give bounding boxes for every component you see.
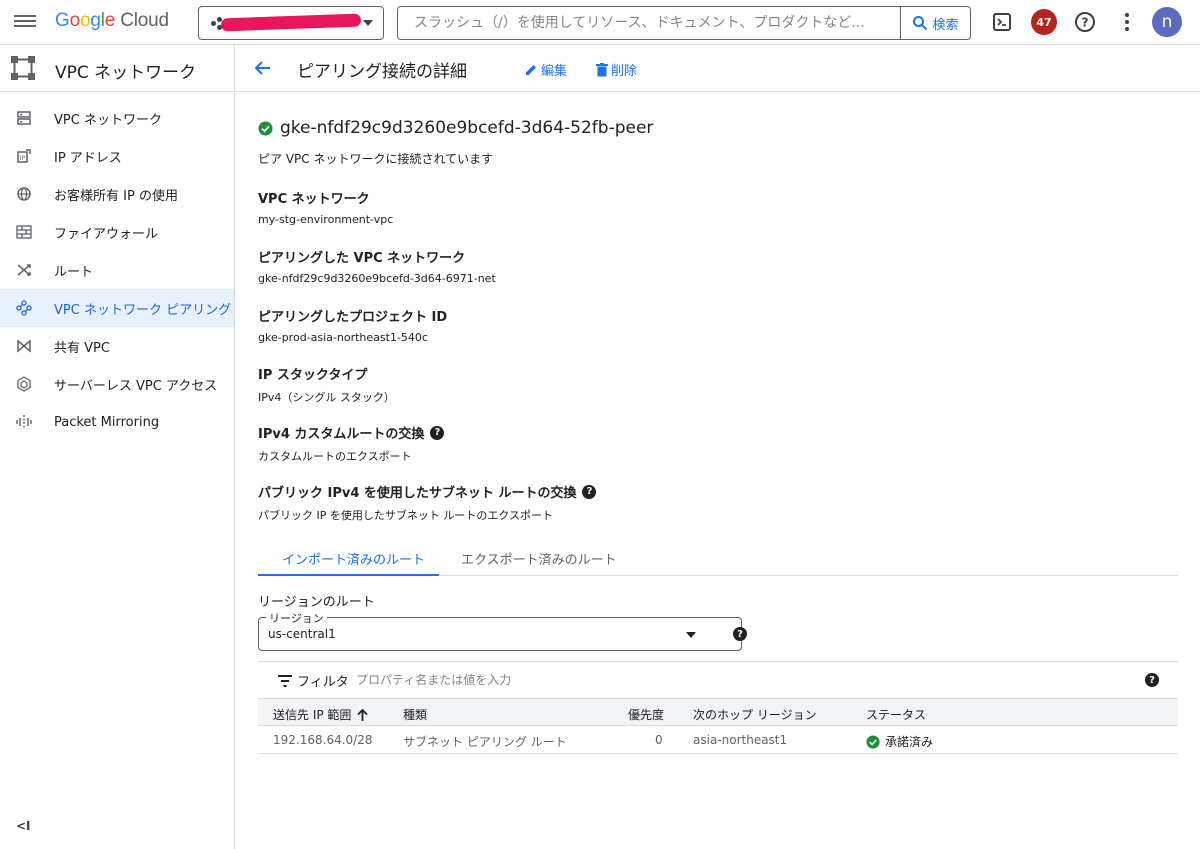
help-icon[interactable]: ? [733,627,747,641]
notification-badge[interactable]: 47 [1031,9,1057,35]
sidebar-item-packet-mirroring[interactable]: Packet Mirroring [0,403,234,441]
filter-bar: フィルタ ? [258,661,1178,698]
routes-icon [17,264,31,276]
search-icon [913,16,928,31]
check-circle-icon [866,734,880,749]
project-picker[interactable] [198,6,384,40]
cell-next-hop-region: asia-northeast1 [693,733,788,747]
svg-text:?: ? [1082,16,1089,30]
search-button[interactable]: 検索 [900,7,970,39]
search-input[interactable] [398,7,900,39]
check-circle-icon [258,120,273,136]
peering-status-text: ピア VPC ネットワークに接続されています [258,152,494,166]
vpc-product-icon [11,56,35,80]
ip-address-icon: IP [17,149,31,163]
sidebar-item-routes[interactable]: ルート [0,251,234,289]
region-select-label: リージョン [266,610,327,626]
delete-button[interactable]: 削除 [596,60,637,79]
field-peered-vpc-network: ピアリングした VPC ネットワーク gke-nfdf29c9d3260e9bc… [258,251,496,285]
filter-icon [278,675,292,687]
region-routes-title: リージョンのルート [258,595,375,610]
tab-imported-routes[interactable]: インポート済みのルート [282,549,425,568]
cell-status: 承諾済み [866,733,933,750]
avatar[interactable]: n [1152,7,1182,37]
column-header-dest-ip[interactable]: 送信先 IP 範囲 [273,706,369,723]
sidebar-item-ip-addresses[interactable]: IP IP アドレス [0,137,234,175]
arrow-upward-icon [357,708,369,721]
filter-label: フィルタ [297,675,349,690]
vpc-network-icon [17,111,31,125]
search-box: 検索 [397,6,971,40]
dropdown-arrow-icon [686,632,696,638]
sidebar-item-shared-vpc[interactable]: 共有 VPC [0,327,234,365]
cloud-shell-icon[interactable] [990,10,1014,34]
column-header-next-hop-region[interactable]: 次のホップ リージョン [693,706,817,723]
table-header: 送信先 IP 範囲 種類 優先度 次のホップ リージョン ステータス [258,698,1178,726]
more-vert-icon[interactable] [1115,10,1139,34]
project-name-redacted [220,13,362,32]
column-header-type[interactable]: 種類 [403,706,427,723]
table-row: 192.168.64.0/28 サブネット ピアリング ルート 0 asia-n… [258,726,1178,754]
main-menu-icon[interactable] [14,12,36,32]
active-tab-indicator [258,574,439,576]
field-ip-stack-type: IP スタックタイプ IPv4（シングル スタック） [258,368,395,404]
shared-vpc-icon [17,339,31,353]
google-cloud-logo[interactable]: Google Cloud [55,10,169,32]
field-peered-project-id: ピアリングしたプロジェクト ID gke-prod-asia-northeast… [258,310,448,344]
packet-mirroring-icon [16,415,32,429]
trash-icon [596,62,608,76]
sidebar-item-firewall[interactable]: ファイアウォール [0,213,234,251]
sidebar-item-byoip[interactable]: お客様所有 IP の使用 [0,175,234,213]
cell-priority: 0 [655,733,663,747]
region-select[interactable]: リージョン us-central1 ? [258,610,747,651]
serverless-icon [17,376,31,392]
help-icon[interactable]: ? [1073,10,1097,34]
field-custom-route-exchange: IPv4 カスタムルートの交換? カスタムルートのエクスポート [258,423,445,464]
main-content: ピアリング接続の詳細 編集 削除 gke-nfdf29c9d3260e9bcef… [236,45,1200,849]
column-header-priority[interactable]: 優先度 [628,706,664,723]
routes-tabs: インポート済みのルート エクスポート済みのルート [258,541,1178,576]
field-public-subnet-route-exchange: パブリック IPv4 を使用したサブネット ルートの交換? パブリック IP を… [258,482,597,523]
tab-exported-routes[interactable]: エクスポート済みのルート [461,549,617,568]
peering-name: gke-nfdf29c9d3260e9bcefd-3d64-52fb-peer [258,118,653,138]
collapse-sidebar-button[interactable]: <I [16,819,31,833]
sidebar-item-serverless-vpc[interactable]: サーバーレス VPC アクセス [0,365,234,403]
routes-table: 送信先 IP 範囲 種類 優先度 次のホップ リージョン ステータス 192.1… [258,698,1178,754]
page-header: ピアリング接続の詳細 編集 削除 [236,45,1200,92]
help-icon[interactable]: ? [582,484,597,499]
help-icon[interactable]: ? [430,425,445,440]
region-select-value: us-central1 [268,627,336,641]
firewall-icon [16,225,32,239]
sidebar-header: VPC ネットワーク [0,45,234,92]
peering-icon [16,300,32,316]
chevron-down-icon [363,20,373,26]
sidebar: VPC ネットワーク VPC ネットワーク IP IP アドレス お客様所有 I… [0,45,235,849]
top-bar: Google Cloud 検索 47 ? n [0,0,1200,45]
sidebar-item-vpc-networks[interactable]: VPC ネットワーク [0,99,234,137]
filter-input[interactable] [356,669,656,691]
column-header-status[interactable]: ステータス [866,706,926,723]
sidebar-item-vpc-peering[interactable]: VPC ネットワーク ピアリング [0,289,234,327]
edit-button[interactable]: 編集 [524,60,567,79]
product-title: VPC ネットワーク [55,63,197,83]
arrow-back-icon[interactable] [252,57,274,79]
sidebar-nav: VPC ネットワーク IP IP アドレス お客様所有 IP の使用 ファイアウ… [0,99,234,441]
globe-ip-icon [17,187,31,201]
pencil-icon [526,64,536,75]
cell-dest-ip: 192.168.64.0/28 [273,733,373,747]
help-icon[interactable]: ? [1145,673,1159,687]
svg-text:IP: IP [20,155,26,162]
page-title: ピアリング接続の詳細 [297,62,467,82]
field-vpc-network: VPC ネットワーク my-stg-environment-vpc [258,192,394,226]
cell-type: サブネット ピアリング ルート [403,735,567,749]
